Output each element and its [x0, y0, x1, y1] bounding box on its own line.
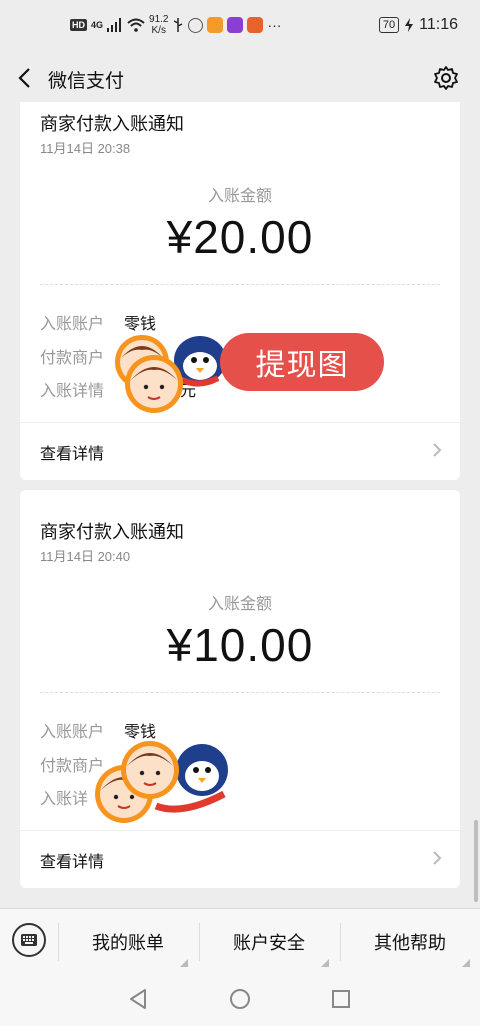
signal-icon	[107, 18, 122, 32]
detail-key: 入账详情	[40, 383, 105, 400]
keyboard-icon[interactable]	[12, 923, 46, 957]
charging-icon	[405, 18, 414, 32]
hd-badge: HD	[70, 19, 87, 31]
amount-label: 入账金额	[207, 596, 272, 613]
separator	[20, 422, 460, 423]
clock: 11:16	[419, 16, 458, 33]
back-icon[interactable]	[14, 64, 38, 92]
chevron-right-icon	[433, 851, 442, 865]
notice-time: 11月14日 20:40	[40, 549, 131, 564]
notice-title: 商家付款入账通知	[40, 522, 184, 542]
sticker-overlay	[115, 335, 226, 413]
scrollbar[interactable]	[474, 820, 478, 902]
status-bar: HD 4G 91.2 K/s ··· 70 11:16	[0, 0, 480, 54]
face-sticker	[121, 741, 179, 799]
system-nav-bar	[0, 974, 480, 1026]
sticker-overlay	[95, 741, 228, 823]
app-icon-red	[247, 17, 264, 33]
net-speed: 91.2 K/s	[149, 14, 169, 36]
divider	[40, 284, 440, 285]
app-icon-purple	[227, 17, 244, 33]
app-icon-orange	[207, 17, 224, 33]
submenu-indicator-icon	[462, 959, 470, 967]
payment-notice-card: 商家付款入账通知 11月14日 20:38 入账金额 ¥20.00 入账账户 零…	[20, 102, 460, 480]
amount-label: 入账金额	[207, 188, 272, 205]
merchant-key: 付款商户	[40, 350, 105, 367]
bottom-menu-bar: 我的账单 账户安全 其他帮助	[0, 908, 480, 975]
battery-level: 70	[378, 17, 400, 33]
view-details-link[interactable]: 查看详情	[40, 848, 104, 872]
status-right: 70 11:16	[378, 16, 458, 34]
usb-icon	[174, 18, 183, 32]
amount-value: ¥20.00	[166, 211, 314, 263]
recents-square-icon[interactable]	[331, 989, 351, 1009]
nav-bar: 微信支付	[0, 54, 480, 102]
account-key: 入账账户	[40, 316, 105, 333]
wifi-icon	[127, 18, 145, 32]
divider	[40, 692, 440, 693]
submenu-indicator-icon	[180, 959, 188, 967]
menu-account-security[interactable]: 账户安全	[199, 909, 339, 975]
separator	[20, 830, 460, 831]
home-circle-icon[interactable]	[229, 988, 251, 1010]
network-type: 4G	[91, 20, 104, 30]
label-bubble: 提现图	[220, 333, 384, 391]
payment-notice-card: 商家付款入账通知 11月14日 20:40 入账金额 ¥10.00 入账账户 零…	[20, 490, 460, 888]
chevron-right-icon	[433, 443, 442, 457]
app-icon-dots	[188, 17, 204, 33]
notice-title: 商家付款入账通知	[40, 114, 184, 134]
gear-icon[interactable]	[432, 64, 460, 92]
detail-key: 入账详	[40, 791, 89, 808]
amount-value: ¥10.00	[166, 619, 314, 671]
submenu-indicator-icon	[321, 959, 329, 967]
view-details-link[interactable]: 查看详情	[40, 440, 104, 464]
account-value: 零钱	[124, 316, 157, 333]
back-triangle-icon[interactable]	[128, 988, 148, 1010]
status-left: HD 4G 91.2 K/s ···	[70, 14, 281, 36]
more-notifications: ···	[267, 17, 282, 33]
face-sticker	[125, 355, 183, 413]
menu-my-bills[interactable]: 我的账单	[58, 909, 198, 975]
page-title: 微信支付	[48, 71, 125, 92]
menu-other-help[interactable]: 其他帮助	[340, 909, 480, 975]
notice-time: 11月14日 20:38	[40, 141, 131, 156]
